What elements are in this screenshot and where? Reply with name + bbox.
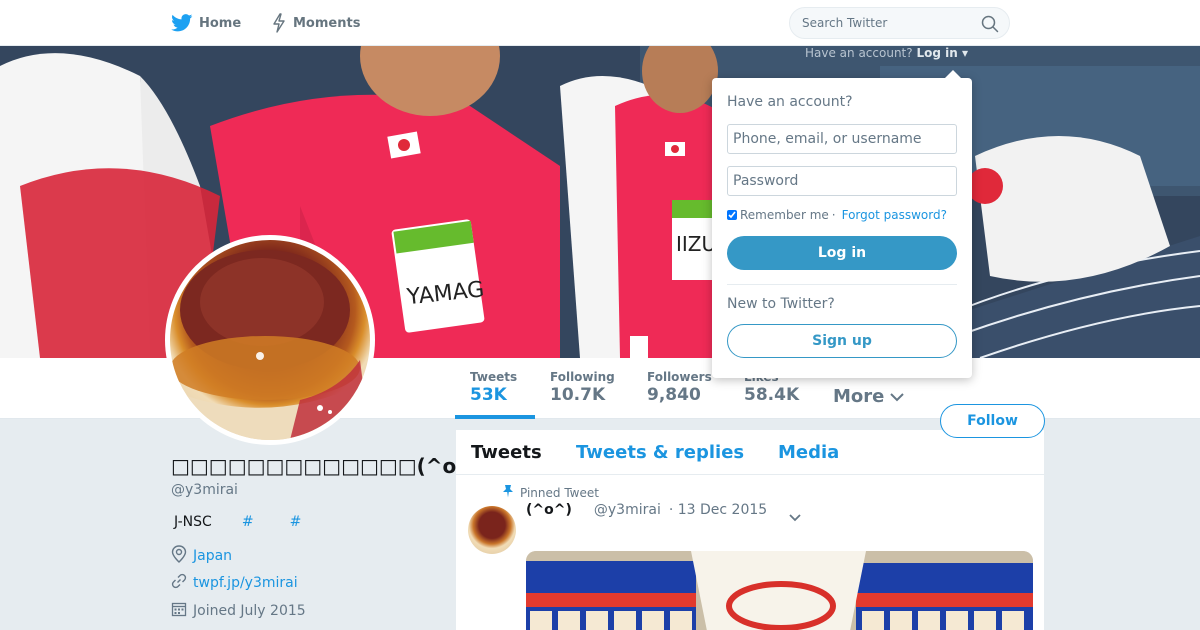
follow-button[interactable]: Follow xyxy=(940,404,1045,438)
login-prompt-text: Have an account? xyxy=(805,46,913,60)
stat-tweets-label: Tweets xyxy=(470,370,518,384)
stat-following-value: 10.7K xyxy=(550,385,606,405)
remember-me-label: Remember me xyxy=(740,208,829,222)
dropdown-caret xyxy=(945,70,961,78)
bio-hashtag[interactable]: # xyxy=(290,514,302,530)
nav-moments[interactable]: Moments xyxy=(271,0,360,46)
nav-home-label: Home xyxy=(199,15,242,31)
avatar[interactable] xyxy=(165,235,375,445)
joined-text: Joined July 2015 xyxy=(193,603,306,619)
website-link[interactable]: twpf.jp/y3mirai xyxy=(193,575,298,591)
stat-followers-label: Followers xyxy=(647,370,712,384)
username-field[interactable] xyxy=(727,124,957,154)
new-to-twitter-label: New to Twitter? xyxy=(727,296,835,312)
dropdown-title: Have an account? xyxy=(727,94,853,110)
stat-followers[interactable]: Followers 9,840 xyxy=(647,370,712,405)
lightning-icon xyxy=(271,13,287,33)
profile-website: twpf.jp/y3mirai xyxy=(171,573,298,593)
pin-icon xyxy=(502,484,514,501)
tweet-author-name[interactable]: (^o^) xyxy=(526,502,572,518)
login-button[interactable]: Log in xyxy=(727,236,957,270)
stat-likes-value: 58.4K xyxy=(744,385,800,405)
link-icon xyxy=(171,573,187,593)
tweet-avatar[interactable] xyxy=(468,506,516,554)
pinned-text: Pinned Tweet xyxy=(520,485,599,500)
more-label: More xyxy=(833,386,885,407)
tab-tweets-and-replies[interactable]: Tweets & replies xyxy=(576,442,744,463)
stat-tweets[interactable]: Tweets 53K xyxy=(470,370,517,405)
chevron-down-icon xyxy=(890,386,905,407)
profile-location: Japan xyxy=(171,545,232,567)
active-stat-underline xyxy=(455,415,535,419)
top-navigation: Home Moments xyxy=(0,0,1200,46)
pinned-tweet-label: Pinned Tweet xyxy=(502,484,599,501)
forgot-password-link[interactable]: Forgot password? xyxy=(842,208,947,222)
dropdown-divider xyxy=(727,284,957,285)
tab-tweets[interactable]: Tweets xyxy=(471,442,542,463)
profile-name: □□□□□□□□□□□□□(^o^) xyxy=(171,454,483,478)
separator-dot: · xyxy=(831,208,836,222)
location-text[interactable]: Japan xyxy=(193,548,232,564)
location-pin-icon xyxy=(171,545,187,567)
bio-hashtag[interactable]: # xyxy=(242,514,254,530)
chevron-down-icon[interactable] xyxy=(788,508,802,527)
search-box xyxy=(789,7,1010,39)
stat-following[interactable]: Following 10.7K xyxy=(550,370,615,405)
profile-bio: J-NSC # # xyxy=(174,514,301,530)
tweet-media-image[interactable] xyxy=(526,551,1033,630)
avatar-image xyxy=(170,240,370,440)
twitter-bird-icon xyxy=(171,14,193,32)
tweet-date[interactable]: · 13 Dec 2015 xyxy=(669,502,767,518)
search-icon[interactable] xyxy=(981,15,999,37)
signup-button[interactable]: Sign up xyxy=(727,324,957,358)
password-field[interactable] xyxy=(727,166,957,196)
search-input[interactable] xyxy=(790,8,980,38)
login-link[interactable]: Log in ▾ xyxy=(916,46,968,60)
profile-joined: Joined July 2015 xyxy=(171,601,306,621)
stat-tweets-value: 53K xyxy=(470,385,507,405)
bio-text: J-NSC xyxy=(174,514,212,530)
tab-media[interactable]: Media xyxy=(778,442,839,463)
tweet-author-handle[interactable]: @y3mirai xyxy=(594,502,661,518)
login-dropdown: Have an account? Remember me · Forgot pa… xyxy=(712,70,972,378)
stat-following-label: Following xyxy=(550,370,615,384)
calendar-icon xyxy=(171,601,187,621)
nav-moments-label: Moments xyxy=(293,15,361,31)
login-prompt: Have an account? Log in ▾ xyxy=(805,46,968,60)
svg-text:IIZU: IIZU xyxy=(676,232,716,256)
stat-followers-value: 9,840 xyxy=(647,385,701,405)
timeline: Tweets Tweets & replies Media Pinned Twe… xyxy=(456,430,1044,630)
more-button[interactable]: More xyxy=(833,386,905,407)
profile-handle: @y3mirai xyxy=(171,482,238,498)
nav-home[interactable]: Home xyxy=(171,0,241,46)
remember-row: Remember me · Forgot password? xyxy=(727,208,947,222)
remember-me-checkbox[interactable] xyxy=(727,210,737,220)
tweet-header: (^o^) @y3mirai · 13 Dec 2015 xyxy=(526,502,767,518)
